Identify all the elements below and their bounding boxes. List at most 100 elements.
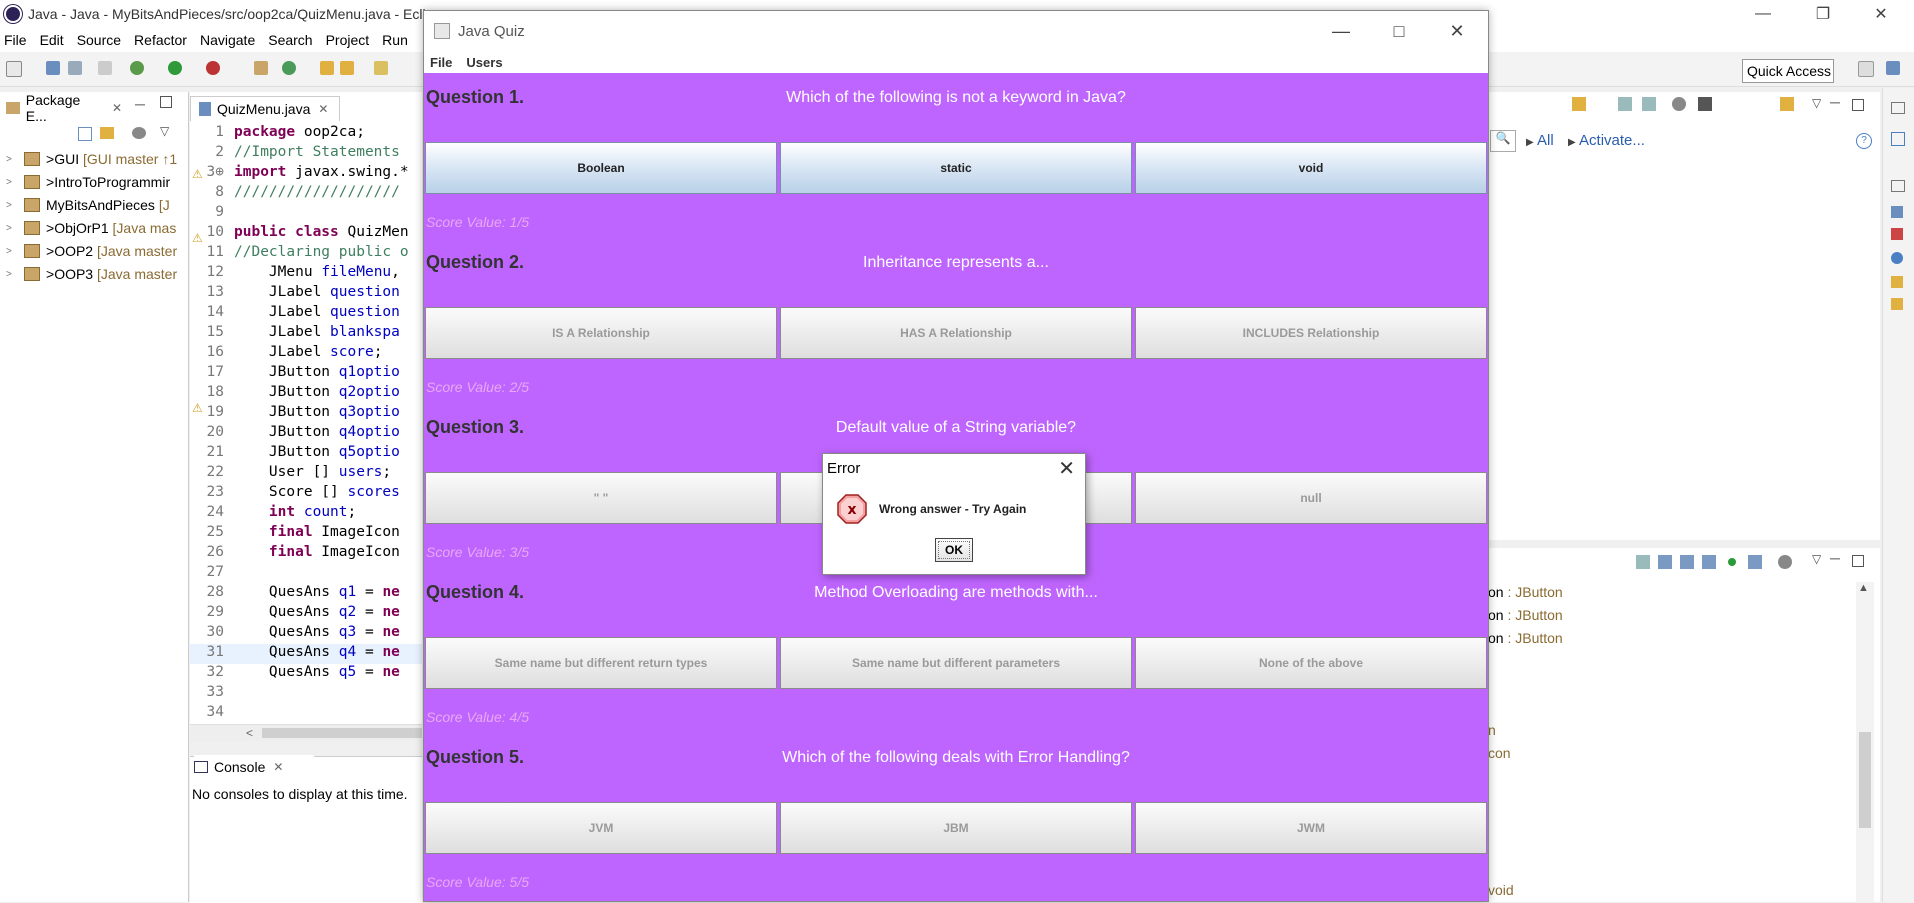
java-perspective-icon[interactable] [1886,61,1900,75]
q1-option-static-button[interactable]: static [780,142,1132,194]
restore-icon[interactable] [1891,180,1905,192]
outline-item[interactable]: void [1488,882,1514,898]
q5-option-jvm-button[interactable]: JVM [425,802,777,854]
error-log-icon[interactable] [1891,228,1903,240]
close-tab-icon[interactable]: ✕ [273,760,283,774]
new-java-project-icon[interactable] [254,61,268,75]
collapse-all-icon[interactable] [78,127,92,141]
collapse-all-icon[interactable] [1636,555,1650,569]
tree-item-mybitsandpieces[interactable]: > MyBitsAndPieces [J [0,194,186,216]
q4-option-return-types-button[interactable]: Same name but different return types [425,637,777,689]
run-icon[interactable] [168,61,182,75]
q2-option-has-a-button[interactable]: HAS A Relationship [780,307,1132,359]
eclipse-close-button[interactable]: ✕ [1858,0,1904,28]
menu-search[interactable]: Search [268,32,321,48]
tree-item-oop2[interactable]: > > OOP2 [Java master [0,240,186,262]
minimize-view-icon[interactable]: ─ [1830,94,1840,110]
view-menu-icon[interactable]: ▽ [1812,552,1821,566]
outline-item[interactable]: con [1488,745,1511,761]
javadoc-icon[interactable] [1891,252,1903,264]
all-link[interactable]: All [1537,132,1554,149]
open-folder-icon[interactable] [340,61,354,75]
menu-project[interactable]: Project [326,32,379,48]
view-menu-icon[interactable]: ▽ [160,124,169,138]
scheduled-icon[interactable] [1642,97,1656,111]
hide-nonpublic-icon[interactable] [1728,558,1736,566]
outline-item[interactable]: on : JButton [1488,584,1563,600]
console-tab[interactable]: Console ✕ [194,755,314,779]
outline-item[interactable]: on : JButton [1488,607,1563,623]
q2-option-includes-button[interactable]: INCLUDES Relationship [1135,307,1487,359]
menu-navigate[interactable]: Navigate [200,32,264,48]
open-perspective-icon[interactable] [1858,61,1874,77]
quiz-menu-file[interactable]: File [430,55,452,70]
q1-option-boolean-button[interactable]: Boolean [425,142,777,194]
skip-breakpoints-icon[interactable] [98,61,112,75]
new-task-icon[interactable] [1572,97,1586,111]
menu-refactor[interactable]: Refactor [134,32,196,48]
q5-option-jbm-button[interactable]: JBM [780,802,1132,854]
link-editor-icon[interactable] [1778,555,1792,569]
filter-icon[interactable] [132,127,146,139]
minimize-view-icon[interactable]: ─ [1830,550,1840,566]
restore-icon[interactable] [1891,102,1905,114]
quick-access-input[interactable]: Quick Access [1742,59,1834,83]
quiz-minimize-button[interactable]: — [1312,11,1370,51]
close-tab-icon[interactable]: ✕ [318,102,328,116]
hide-fields-icon[interactable] [1680,555,1694,569]
debug-icon[interactable] [130,61,144,75]
activate-link[interactable]: Activate... [1579,132,1645,149]
new-icon[interactable] [6,61,22,77]
search-tool-icon[interactable] [374,61,388,75]
link-editor-icon[interactable] [100,127,114,139]
eclipse-restore-button[interactable]: ❐ [1800,0,1846,28]
tree-item-gui[interactable]: > > GUI [GUI master ↑1 [0,148,186,170]
hide-completed-icon[interactable] [1698,97,1712,111]
quiz-maximize-button[interactable]: □ [1370,11,1428,51]
q3-option-null-button[interactable]: null [1135,472,1487,524]
tree-item-oop3[interactable]: > > OOP3 [Java master [0,263,186,285]
save-icon[interactable] [46,61,60,75]
quiz-close-button[interactable]: ✕ [1428,11,1486,51]
synchronize-icon[interactable] [1780,97,1794,111]
tasks-icon[interactable] [1891,132,1905,146]
editor-tab-quizmenu[interactable]: QuizMenu.java ✕ [190,96,340,121]
hide-static-icon[interactable] [1702,555,1716,569]
view-menu-icon[interactable]: ▽ [1812,96,1821,110]
problems-icon[interactable] [1891,206,1903,218]
external-tools-icon[interactable] [206,61,220,75]
menu-run[interactable]: Run [382,32,417,48]
save-all-icon[interactable] [68,61,82,75]
close-tab-icon[interactable]: ✕ [112,101,122,115]
q3-option-empty-string-button[interactable]: " " [425,472,777,524]
menu-source[interactable]: Source [77,32,130,48]
open-type-icon[interactable] [320,61,334,75]
quiz-menu-users[interactable]: Users [466,55,502,70]
menu-edit[interactable]: Edit [40,32,73,48]
q1-option-void-button[interactable]: void [1135,142,1487,194]
maximize-view-icon[interactable] [1852,555,1864,567]
outline-item[interactable]: n [1488,722,1496,738]
vertical-scrollbar[interactable]: ▲ [1856,582,1874,902]
declaration-icon[interactable] [1891,276,1903,288]
horizontal-scrollbar[interactable]: < [190,724,422,741]
help-icon[interactable]: ? [1856,133,1872,149]
menu-file[interactable]: File [4,32,36,48]
categorize-icon[interactable] [1618,97,1632,111]
ok-button[interactable]: OK [935,538,973,562]
q2-option-is-a-button[interactable]: IS A Relationship [425,307,777,359]
q4-option-parameters-button[interactable]: Same name but different parameters [780,637,1132,689]
minimize-view-icon[interactable]: ─ [135,96,145,112]
maximize-view-icon[interactable] [160,96,172,108]
search-view-icon[interactable] [1891,298,1903,310]
error-dialog-close-button[interactable]: ✕ [1058,456,1075,481]
q4-option-none-button[interactable]: None of the above [1135,637,1487,689]
q5-option-jwm-button[interactable]: JWM [1135,802,1487,854]
filter-icon[interactable] [1672,97,1686,111]
outline-item[interactable]: on : JButton [1488,630,1563,646]
hide-local-types-icon[interactable] [1748,555,1762,569]
tree-item-introtoprogramming[interactable]: > > IntroToProgrammir [0,171,186,193]
sort-icon[interactable] [1658,555,1672,569]
eclipse-minimize-button[interactable]: — [1740,0,1786,28]
maximize-view-icon[interactable] [1852,99,1864,111]
